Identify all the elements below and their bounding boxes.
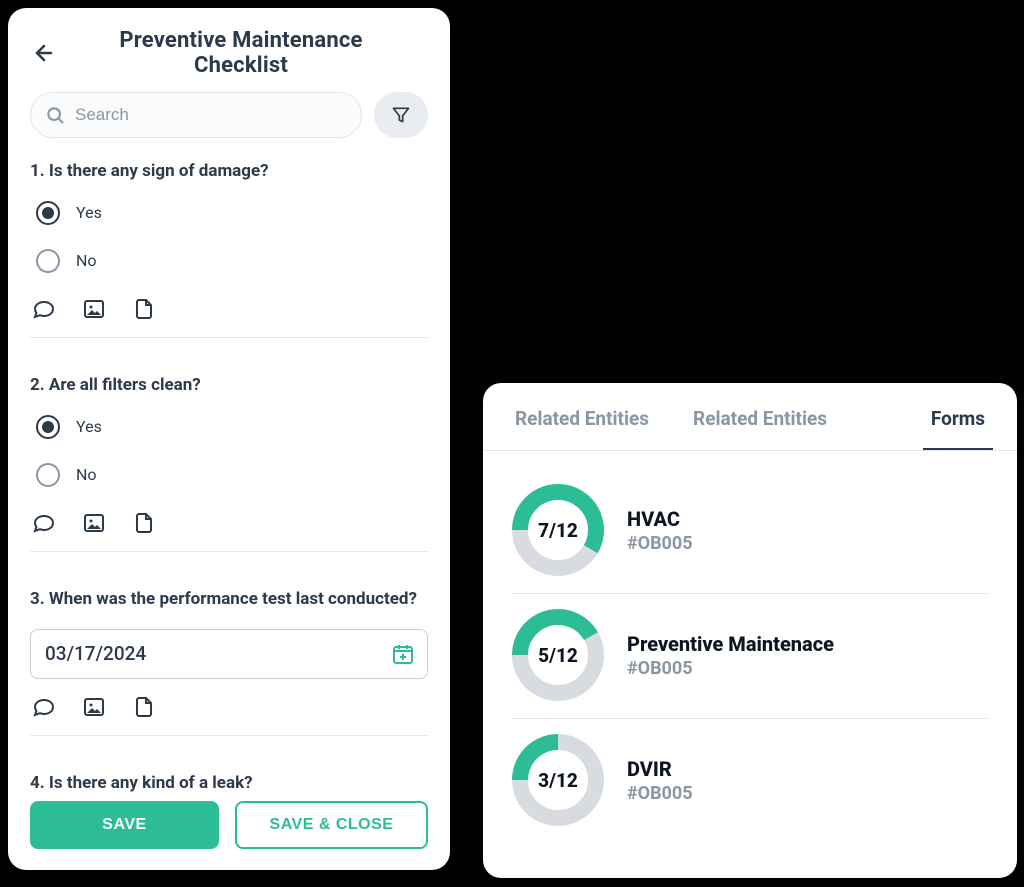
form-code: #OB005 — [627, 658, 834, 679]
divider — [30, 337, 428, 338]
radio-label: Yes — [76, 203, 102, 222]
attach-row — [30, 297, 428, 337]
comment-icon — [32, 297, 56, 321]
file-button[interactable] — [132, 511, 156, 535]
form-text: DVIR#OB005 — [627, 757, 693, 804]
page-title: Preventive Maintenance Checklist — [72, 28, 428, 78]
form-name: DVIR — [627, 757, 693, 781]
image-button[interactable] — [82, 511, 106, 535]
attach-row — [30, 695, 428, 735]
radio-icon — [36, 463, 60, 487]
divider — [30, 551, 428, 552]
header-row: Preventive Maintenance Checklist — [30, 28, 428, 78]
file-icon — [132, 695, 156, 719]
form-name: HVAC — [627, 507, 693, 531]
radio-no[interactable]: No — [36, 463, 428, 487]
filter-button[interactable] — [374, 92, 428, 138]
radio-icon — [36, 201, 60, 225]
search-box[interactable] — [30, 92, 362, 138]
question-3: 3. When was the performance test last co… — [30, 588, 428, 754]
question-text: 2. Are all filters clean? — [30, 374, 428, 397]
form-item[interactable]: 7/12 HVAC#OB005 — [511, 469, 989, 594]
form-text: HVAC#OB005 — [627, 507, 693, 554]
forms-list: 7/12HVAC#OB0055/12Preventive Maintenace#… — [483, 451, 1017, 843]
progress-ring: 3/12 — [511, 733, 605, 827]
checklist-panel: Preventive Maintenance Checklist 1. Is t… — [8, 8, 450, 870]
form-name: Preventive Maintenace — [627, 632, 834, 656]
save-close-button[interactable]: SAVE & CLOSE — [235, 801, 428, 849]
date-input[interactable]: 03/17/2024 — [30, 629, 428, 679]
tab-forms[interactable]: Forms — [923, 383, 993, 450]
progress-ring: 7/12 — [511, 483, 605, 577]
radio-label: No — [76, 465, 97, 484]
arrow-left-icon — [32, 41, 56, 65]
radio-label: Yes — [76, 417, 102, 436]
attach-row — [30, 511, 428, 551]
filter-icon — [391, 105, 411, 125]
save-button[interactable]: SAVE — [30, 801, 219, 849]
back-button[interactable] — [30, 39, 58, 67]
image-icon — [82, 511, 106, 535]
search-input[interactable] — [73, 104, 347, 126]
image-icon — [82, 695, 106, 719]
calendar-icon — [391, 642, 415, 666]
radio-yes[interactable]: Yes — [36, 201, 428, 225]
question-2: 2. Are all filters clean? Yes No — [30, 374, 428, 570]
question-text: 4. Is there any kind of a leak? — [30, 772, 428, 795]
tab-bar: Related Entities Related Entities Forms — [483, 383, 1017, 451]
radio-label: No — [76, 251, 97, 270]
comment-icon — [32, 511, 56, 535]
forms-panel: Related Entities Related Entities Forms … — [483, 383, 1017, 878]
file-button[interactable] — [132, 695, 156, 719]
file-icon — [132, 297, 156, 321]
tab-related-entities-2[interactable]: Related Entities — [685, 383, 835, 450]
comment-button[interactable] — [32, 511, 56, 535]
search-row — [30, 92, 428, 138]
radio-yes[interactable]: Yes — [36, 415, 428, 439]
image-button[interactable] — [82, 695, 106, 719]
question-text: 1. Is there any sign of damage? — [30, 160, 428, 183]
progress-value: 3/12 — [511, 733, 605, 827]
question-4: 4. Is there any kind of a leak? — [30, 772, 428, 795]
divider — [30, 735, 428, 736]
file-icon — [132, 511, 156, 535]
date-value: 03/17/2024 — [45, 642, 391, 665]
tab-related-entities-1[interactable]: Related Entities — [507, 383, 657, 450]
form-item[interactable]: 5/12 Preventive Maintenace#OB005 — [511, 594, 989, 719]
radio-icon — [36, 249, 60, 273]
radio-no[interactable]: No — [36, 249, 428, 273]
image-button[interactable] — [82, 297, 106, 321]
file-button[interactable] — [132, 297, 156, 321]
question-text: 3. When was the performance test last co… — [30, 588, 428, 611]
form-code: #OB005 — [627, 783, 693, 804]
button-row: SAVE SAVE & CLOSE — [30, 801, 428, 849]
form-code: #OB005 — [627, 533, 693, 554]
progress-value: 5/12 — [511, 608, 605, 702]
radio-icon — [36, 415, 60, 439]
progress-ring: 5/12 — [511, 608, 605, 702]
comment-button[interactable] — [32, 695, 56, 719]
comment-icon — [32, 695, 56, 719]
search-icon — [45, 105, 65, 125]
question-1: 1. Is there any sign of damage? Yes No — [30, 160, 428, 356]
image-icon — [82, 297, 106, 321]
comment-button[interactable] — [32, 297, 56, 321]
form-item[interactable]: 3/12 DVIR#OB005 — [511, 719, 989, 843]
form-text: Preventive Maintenace#OB005 — [627, 632, 834, 679]
progress-value: 7/12 — [511, 483, 605, 577]
